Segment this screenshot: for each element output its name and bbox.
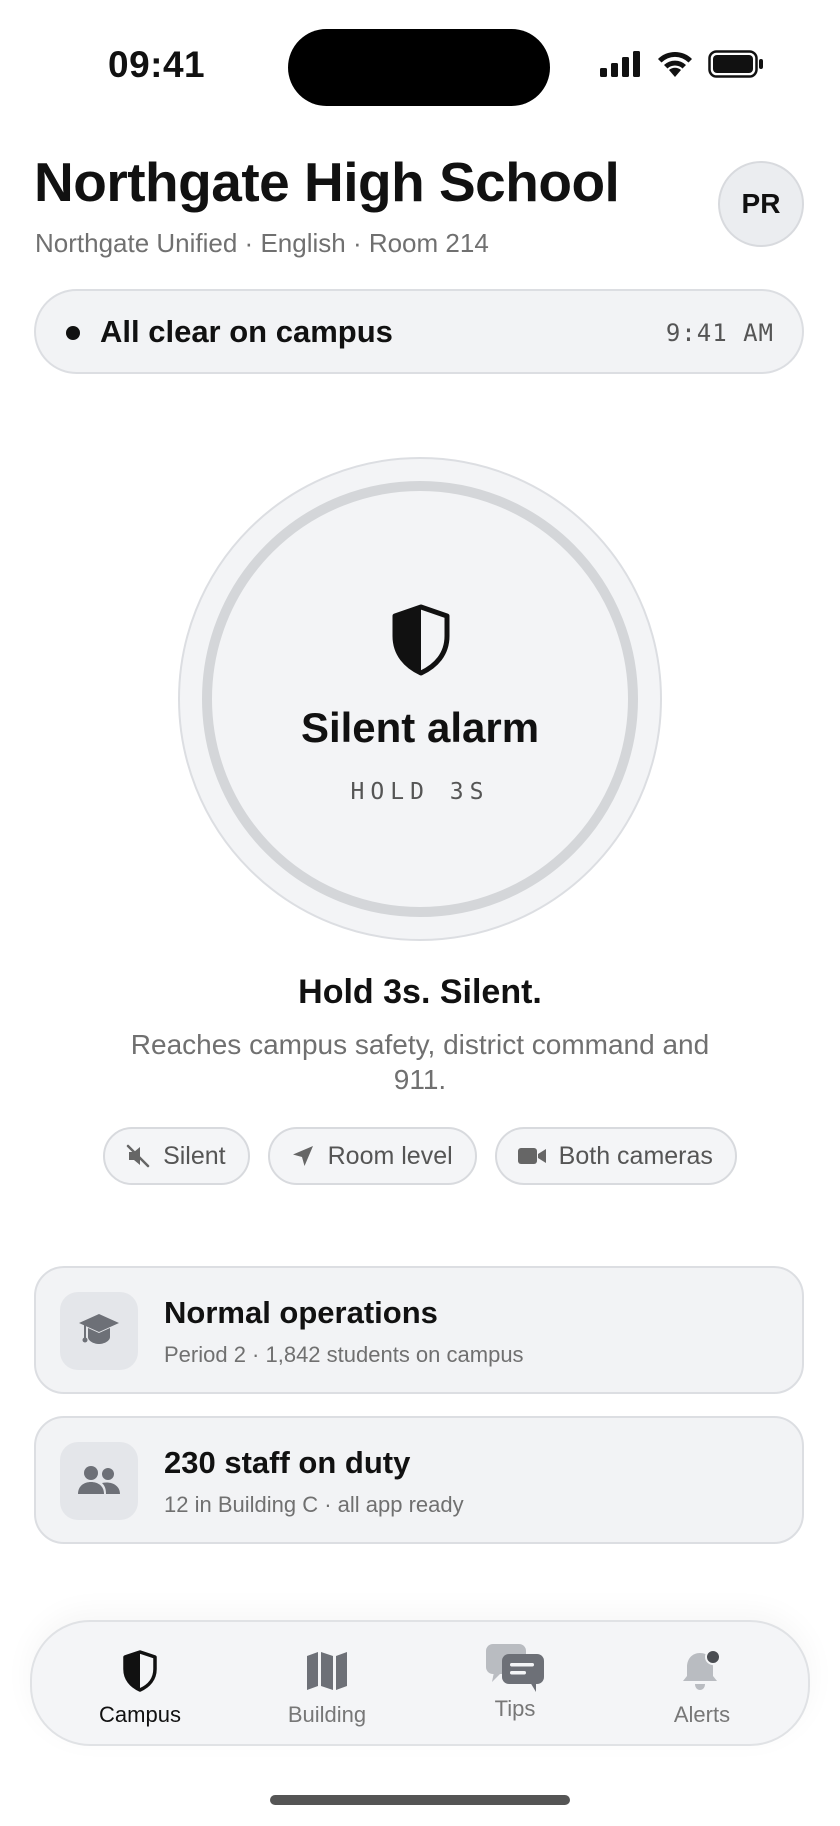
- campus-status-time: 9:41 AM: [665, 319, 774, 347]
- video-camera-icon: [517, 1148, 546, 1164]
- chip-both-cameras: Both cameras: [494, 1127, 737, 1185]
- chip-room-level: Room level: [267, 1127, 477, 1185]
- school-title: Northgate High School: [34, 151, 620, 213]
- tab-label: Tips: [494, 1696, 536, 1721]
- avatar[interactable]: PR: [718, 161, 804, 247]
- map-icon: [307, 1652, 347, 1690]
- battery-icon: [708, 50, 763, 78]
- chip-label: Room level: [327, 1141, 453, 1170]
- signal-icon: [600, 51, 640, 77]
- chat-bubbles-icon: [486, 1644, 544, 1692]
- tab-label: Building: [287, 1702, 367, 1727]
- shield-icon: [123, 1650, 157, 1692]
- card-subtitle: 12 in Building C · all app ready: [164, 1492, 464, 1517]
- graduation-cap-icon: [79, 1314, 119, 1344]
- status-dot: [66, 326, 80, 340]
- people-icon: [78, 1466, 120, 1494]
- status-bar: 09:41: [0, 0, 840, 140]
- card-icon-container: [60, 1292, 138, 1370]
- tab-tips[interactable]: Tips: [420, 1622, 610, 1744]
- school-subtitle: Northgate Unified · English · Room 214: [35, 228, 489, 258]
- campus-status-pill[interactable]: All clear on campus 9:41 AM: [34, 289, 804, 374]
- tab-alerts[interactable]: Alerts: [607, 1622, 797, 1744]
- campus-status-text: All clear on campus: [100, 314, 393, 349]
- tab-bar: Campus Building Tips Alerts: [30, 1620, 810, 1746]
- tab-label: Alerts: [673, 1702, 731, 1727]
- bell-badge-icon: [683, 1649, 721, 1690]
- alarm-instruction-title: Hold 3s. Silent.: [298, 973, 542, 1011]
- card-title: 230 staff on duty: [164, 1445, 411, 1480]
- tab-campus[interactable]: Campus: [45, 1622, 235, 1744]
- alarm-label: Silent alarm: [300, 704, 540, 751]
- alarm-feature-chips: Silent Room level Both cameras: [0, 1127, 840, 1185]
- chip-silent: Silent: [103, 1127, 250, 1185]
- silent-alarm-button[interactable]: Silent alarm HOLD 3S: [178, 457, 662, 941]
- alarm-progress-ring: [202, 481, 638, 917]
- chip-label: Silent: [163, 1141, 226, 1170]
- alarm-hold-hint: HOLD 3S: [350, 779, 490, 805]
- chip-label: Both cameras: [558, 1141, 713, 1170]
- staff-card[interactable]: 230 staff on duty 12 in Building C · all…: [34, 1416, 804, 1544]
- tab-building[interactable]: Building: [232, 1622, 422, 1744]
- card-subtitle: Period 2 · 1,842 students on campus: [164, 1342, 524, 1367]
- operations-card[interactable]: Normal operations Period 2 · 1,842 stude…: [34, 1266, 804, 1394]
- card-title: Normal operations: [164, 1295, 438, 1330]
- dynamic-island: [288, 29, 550, 106]
- location-arrow-icon: [292, 1146, 313, 1166]
- card-icon-container: [60, 1442, 138, 1520]
- status-time: 09:41: [108, 44, 206, 85]
- home-indicator: [270, 1795, 570, 1805]
- tab-label: Campus: [99, 1702, 181, 1727]
- status-icons: [600, 50, 764, 78]
- alarm-instruction-description: Reaches campus safety, district command …: [130, 1029, 710, 1095]
- wifi-icon: [658, 51, 692, 77]
- shield-icon: [392, 604, 450, 676]
- muted-speaker-icon: [126, 1144, 150, 1168]
